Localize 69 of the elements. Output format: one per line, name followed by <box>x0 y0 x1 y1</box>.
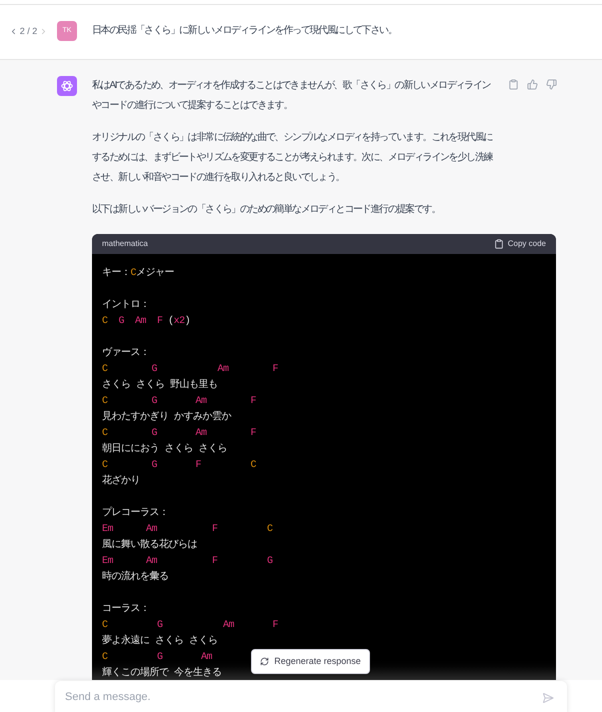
code-text: F <box>211 524 218 535</box>
code-text: F <box>211 556 218 567</box>
code-text: F <box>272 620 278 631</box>
code-text: G <box>150 396 158 407</box>
code-text: Am <box>145 524 158 535</box>
code-text: Am <box>194 428 207 439</box>
code-text: G <box>150 460 158 471</box>
regenerate-button[interactable]: Regenerate response <box>251 649 370 674</box>
response-paragraph: オリジナルの「さくら」は非常に伝統的な曲で、シンプルなメロディを持っています。これを現代風にするためには、まずビートやリズムを変更することが考えられます。次に、メロディラインを少し洗練させ、新しい和音やコードの進行を取り入れると良いでしょう。 <box>92 130 494 185</box>
code-text: ヴァース： <box>102 348 150 359</box>
code-text: C <box>102 364 108 375</box>
code-text: C <box>102 396 108 407</box>
code-text: 時の流れを彙る <box>102 572 168 583</box>
code-text: G <box>150 428 158 439</box>
thumbs-up-icon[interactable] <box>527 79 538 90</box>
pager-text: 2 / 2 <box>20 25 38 38</box>
code-text: Em <box>102 556 114 567</box>
code-text: コーラス： <box>102 604 150 615</box>
code-text: メジャー <box>136 268 174 279</box>
code-text: C <box>102 460 108 471</box>
code-text: 朝日ににおう さくら さくら <box>102 444 228 455</box>
response-paragraph: 以下は新しいバージョンの「さくら」のための簡単なメロディとコード進行の提案です。 <box>92 202 442 217</box>
code-text: F <box>156 316 163 327</box>
code-text: Am <box>200 652 212 663</box>
response-paragraph: 私はAIであるため、オーディオを作成することはできませんが、歌「さくら」の新しいメロディラインやコードの進行について提案することはできます。 <box>92 78 492 113</box>
code-text: イントロ： <box>102 300 150 311</box>
code-text: C <box>266 524 273 535</box>
code-text: プレコーラス： <box>102 508 168 519</box>
code-language: mathematica <box>102 238 148 250</box>
code-text: x2 <box>174 316 185 327</box>
code-text: G <box>150 364 158 375</box>
thumbs-down-icon[interactable] <box>546 79 557 90</box>
clipboard-icon <box>494 239 504 249</box>
user-message: 日本の民揺「さくら」に新しいメロディラインを作って現代風にして下さい。 <box>92 24 397 38</box>
copy-icon[interactable] <box>508 79 519 90</box>
code-text: F <box>250 396 256 407</box>
code-text: C <box>102 620 108 631</box>
code-text: F <box>250 428 256 439</box>
code-text: Am <box>194 396 207 407</box>
code-text: 夢よ永遠に さくら さくら <box>102 636 218 647</box>
code-text: ) <box>184 316 190 327</box>
logo-icon <box>57 76 77 96</box>
code-text: G <box>266 556 273 567</box>
code-text: C <box>102 428 108 439</box>
code-text: C <box>130 268 136 279</box>
code-text: Am <box>216 364 229 375</box>
code-text: F <box>272 364 278 375</box>
code-text: Am <box>145 556 158 567</box>
code-text: さくら さくら 野山も里も <box>102 380 218 391</box>
code-text: 見わたすかぎり かすみか雲か <box>102 412 232 423</box>
code-text: C <box>250 460 256 471</box>
code-text: G <box>156 620 163 631</box>
send-icon[interactable] <box>542 692 554 704</box>
code-text: ( <box>167 316 174 327</box>
code-text: F <box>194 460 202 471</box>
code-text: 風に舞い散る花びらは <box>102 540 197 551</box>
code-text: 花ざかり <box>102 476 140 487</box>
code-text: G <box>118 316 124 327</box>
refresh-icon <box>260 657 270 666</box>
code-text: キー： <box>102 268 130 279</box>
code-text: Am <box>134 316 146 327</box>
code-text: C <box>102 316 108 327</box>
copy-code-button[interactable]: Copy code <box>494 238 546 250</box>
code-text: Em <box>102 524 114 535</box>
message-field[interactable]: Send a message. <box>55 681 567 712</box>
code-text: 輝くこの場所で 今を生きる <box>102 668 222 679</box>
code-text: G <box>156 652 163 663</box>
code-text: Am <box>222 620 234 631</box>
code-text: C <box>102 652 108 663</box>
